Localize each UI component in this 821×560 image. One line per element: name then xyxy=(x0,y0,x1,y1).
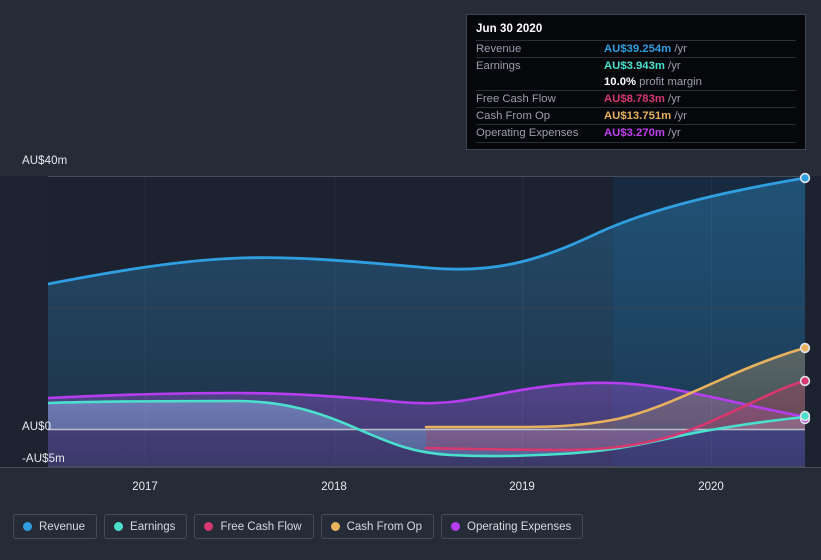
legend-swatch-icon xyxy=(204,522,214,531)
tooltip-row-unit: /yr xyxy=(671,43,687,55)
tooltip-row-amount: AU$39.254m xyxy=(604,43,672,55)
tooltip-row-unit: /yr xyxy=(664,93,681,105)
tooltip-row-unit: /yr xyxy=(664,60,681,72)
legend-item-free-cash-flow[interactable]: Free Cash Flow xyxy=(194,514,314,539)
chart-legend: Revenue Earnings Free Cash Flow Cash From O… xyxy=(13,514,584,539)
legend-swatch-icon xyxy=(114,522,124,531)
tooltip-row-amount: AU$3.270m xyxy=(604,127,665,139)
tooltip-row-amount: AU$3.943m xyxy=(604,60,665,72)
legend-item-label: Earnings xyxy=(130,520,176,533)
legend-item-label: Operating Expenses xyxy=(467,520,572,533)
tooltip-date: Jun 30 2020 xyxy=(476,23,543,35)
revenue-end-marker[interactable] xyxy=(799,172,811,184)
legend-item-earnings[interactable]: Earnings xyxy=(104,514,188,539)
legend-swatch-icon xyxy=(330,522,340,531)
y-axis-label-40m: AU$40m xyxy=(22,155,68,167)
tooltip-row-label: Cash From Op xyxy=(476,110,551,122)
tooltip-row-unit: /yr xyxy=(664,127,681,139)
y-axis-label-zero: AU$0 xyxy=(22,421,52,433)
tooltip-row-value: AU$39.254m /yr xyxy=(604,41,796,58)
tooltip-row-amount: 10.0% xyxy=(604,76,637,88)
tooltip-row-amount: AU$8.783m xyxy=(604,93,665,105)
chart-screen: AU$40m AU$0 -AU$5m 2017 2018 2019 2020 Jun … xyxy=(0,0,821,560)
legend-item-operating-expenses[interactable]: Operating Expenses xyxy=(441,514,584,539)
legend-item-label: Free Cash Flow xyxy=(220,520,302,533)
tooltip-row-amount: AU$13.751m xyxy=(604,110,672,122)
tooltip-row-value: AU$8.783m /yr xyxy=(604,91,796,108)
x-axis-label-2019: 2019 xyxy=(509,481,535,493)
x-axis-label-2018: 2018 xyxy=(321,481,347,493)
legend-swatch-icon xyxy=(23,522,32,531)
tooltip-row: Free Cash Flow AU$8.783m /yr xyxy=(476,90,796,108)
tooltip-table: Revenue AU$39.254m /yr Earnings AU$3.943m /… xyxy=(476,40,796,143)
legend-item-label: Revenue xyxy=(39,520,86,533)
tooltip-row: Cash From Op AU$13.751m /yr xyxy=(476,107,796,125)
tooltip-row-unit: /yr xyxy=(671,110,687,122)
chart-tooltip: Jun 30 2020 Revenue AU$39.254m /yr Earning… xyxy=(466,14,806,150)
tooltip-row-unit: profit margin xyxy=(636,76,702,88)
tooltip-row-value: AU$3.270m /yr xyxy=(604,124,796,143)
tooltip-row-value: AU$3.943m /yr xyxy=(604,58,796,75)
x-axis-label-2017: 2017 xyxy=(132,481,158,493)
free-cash-flow-end-marker[interactable] xyxy=(799,375,811,387)
tooltip-row-label: Operating Expenses xyxy=(476,124,604,143)
tooltip-row-label: Earnings xyxy=(476,60,521,72)
tooltip-row-value: AU$13.751m /yr xyxy=(604,108,796,125)
legend-item-revenue[interactable]: Revenue xyxy=(13,514,98,539)
tooltip-row: Earnings AU$3.943m /yr xyxy=(476,57,796,75)
tooltip-row: Revenue AU$39.254m /yr xyxy=(476,40,796,58)
x-axis-label-2020: 2020 xyxy=(698,481,724,493)
legend-item-cash-from-op[interactable]: Cash From Op xyxy=(320,514,435,539)
tooltip-row-label xyxy=(476,74,604,91)
tooltip-row: 10.0% profit margin xyxy=(476,74,796,91)
y-axis-label-neg5m: -AU$5m xyxy=(22,453,65,465)
tooltip-row-label: Free Cash Flow xyxy=(476,93,556,105)
tooltip-row-value: 10.0% profit margin xyxy=(604,74,796,91)
earnings-end-marker[interactable] xyxy=(799,410,811,422)
legend-swatch-icon xyxy=(451,522,461,531)
tooltip-row: Operating Expenses AU$3.270m /yr xyxy=(476,124,796,143)
legend-item-label: Cash From Op xyxy=(346,520,423,533)
tooltip-row-label: Revenue xyxy=(476,43,522,55)
cash-from-op-end-marker[interactable] xyxy=(799,342,811,354)
